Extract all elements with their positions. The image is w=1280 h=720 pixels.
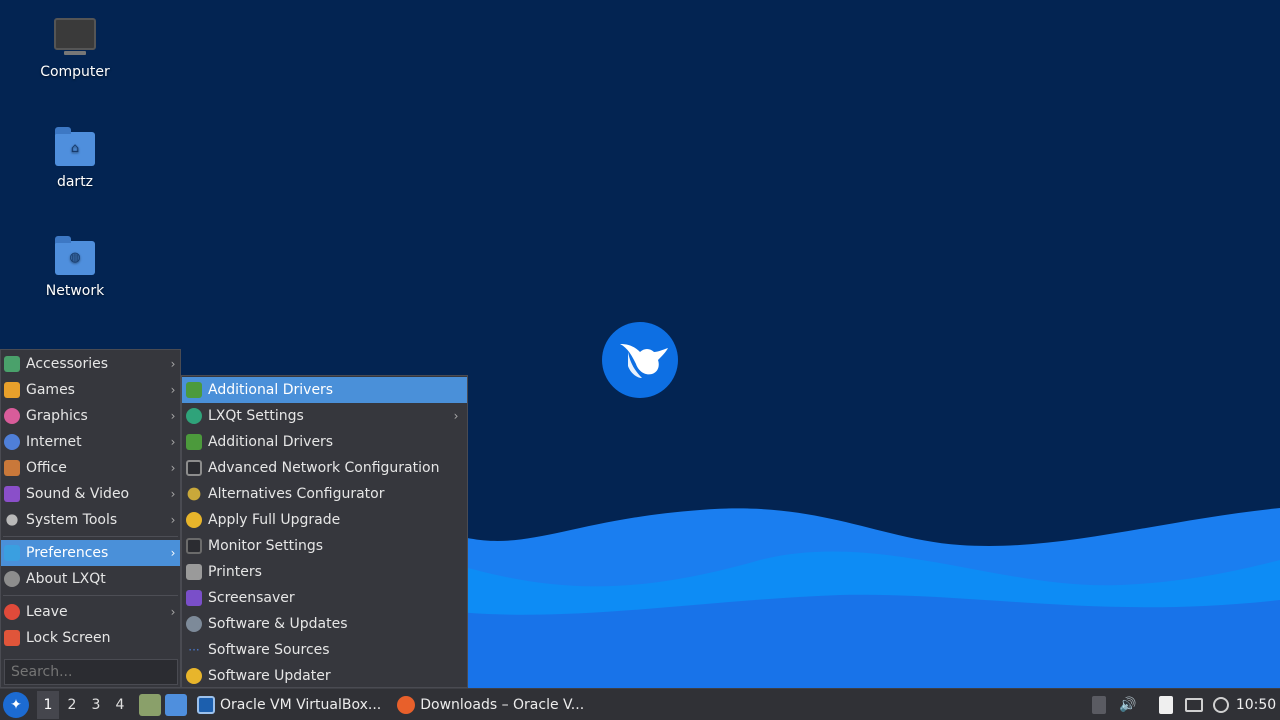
distro-logo: [602, 322, 678, 398]
desktop-icon-home[interactable]: ⌂ dartz: [20, 127, 130, 190]
submenu-item-software-sources[interactable]: ··· Software Sources: [182, 637, 467, 663]
games-icon: [4, 382, 20, 398]
monitor-icon: [186, 538, 202, 554]
firefox-icon: [397, 695, 416, 714]
menu-item-sound-video[interactable]: Sound & Video ›: [1, 481, 180, 507]
submenu-item-software-updater[interactable]: Software Updater: [182, 663, 467, 689]
desktop-icon-label: dartz: [56, 174, 94, 190]
workspace-2-button[interactable]: 2: [61, 691, 83, 719]
software-sources-icon: ···: [188, 643, 200, 657]
menu-item-lock-screen[interactable]: Lock Screen: [1, 625, 180, 651]
workspace-3-button[interactable]: 3: [85, 691, 107, 719]
file-manager-launcher-icon[interactable]: [139, 693, 161, 716]
desktop-icon-label: Computer: [40, 64, 110, 80]
submenu-item-software-updates[interactable]: Software & Updates: [182, 611, 467, 637]
lock-icon: [4, 630, 20, 646]
upgrade-icon: [186, 512, 202, 528]
network-status-icon[interactable]: [1183, 693, 1205, 717]
chip-icon: [186, 434, 202, 450]
clipboard-icon[interactable]: [1155, 693, 1177, 717]
network-folder-icon: ◍: [53, 236, 97, 277]
chevron-right-icon: ›: [170, 546, 176, 560]
workspace-4-button[interactable]: 4: [109, 691, 131, 719]
desktop-icon-network[interactable]: ◍ Network: [20, 236, 130, 299]
submenu-item-additional-drivers[interactable]: Additional Drivers: [182, 377, 467, 403]
show-desktop-icon[interactable]: [165, 693, 187, 716]
printer-icon: [186, 564, 202, 580]
software-updates-icon: [186, 616, 202, 632]
chevron-right-icon: ›: [170, 513, 176, 527]
volume-icon[interactable]: 🔊: [1117, 693, 1139, 717]
network-monitor-icon: [186, 460, 202, 476]
update-notifier-icon[interactable]: [1210, 693, 1232, 717]
chevron-right-icon: ›: [170, 461, 176, 475]
graphics-icon: [4, 408, 20, 424]
task-virtualbox[interactable]: Oracle VM VirtualBox...: [191, 691, 387, 719]
distro-logo-icon: ✦: [10, 696, 22, 713]
desktop-icon-computer[interactable]: Computer: [20, 18, 130, 80]
screensaver-icon: [186, 590, 202, 606]
menu-item-leave[interactable]: Leave ›: [1, 599, 180, 625]
taskbar: ✦ 1 2 3 4 Oracle VM VirtualBox... Downlo…: [0, 688, 1280, 720]
chevron-right-icon: ›: [170, 605, 176, 619]
internet-icon: [4, 434, 20, 450]
submenu-item-additional-drivers-2[interactable]: Additional Drivers: [182, 429, 467, 455]
workspace-1-button[interactable]: 1: [37, 690, 59, 719]
menu-item-games[interactable]: Games ›: [1, 377, 180, 403]
chevron-right-icon: ›: [170, 383, 176, 397]
submenu-item-advanced-network-configuration[interactable]: Advanced Network Configuration: [182, 455, 467, 481]
info-icon: [4, 571, 20, 587]
menu-item-system-tools[interactable]: System Tools ›: [1, 507, 180, 533]
menu-separator: [3, 536, 178, 537]
power-icon: [4, 604, 20, 620]
submenu-item-printers[interactable]: Printers: [182, 559, 467, 585]
preferences-icon: [4, 545, 20, 561]
office-icon: [4, 460, 20, 476]
desktop-icon-label: Network: [45, 283, 105, 299]
accessories-icon: [4, 356, 20, 372]
lxqt-icon: [186, 408, 202, 424]
system-tools-icon: [6, 514, 18, 526]
menu-item-preferences[interactable]: Preferences ›: [1, 540, 180, 566]
menu-item-internet[interactable]: Internet ›: [1, 429, 180, 455]
chip-icon: [186, 382, 202, 398]
chevron-right-icon: ›: [170, 409, 176, 423]
start-menu-button[interactable]: ✦: [3, 691, 29, 718]
submenu-item-lxqt-settings[interactable]: LXQt Settings ›: [182, 403, 467, 429]
alternatives-icon: [187, 487, 201, 501]
menu-item-about-lxqt[interactable]: About LXQt: [1, 566, 180, 592]
menu-item-graphics[interactable]: Graphics ›: [1, 403, 180, 429]
home-folder-icon: ⌂: [53, 127, 97, 168]
preferences-submenu: Additional Drivers LXQt Settings › Addit…: [181, 375, 468, 688]
menu-item-office[interactable]: Office ›: [1, 455, 180, 481]
chevron-right-icon: ›: [170, 487, 176, 501]
menu-separator: [3, 595, 178, 596]
chevron-right-icon: ›: [170, 357, 176, 371]
submenu-item-alternatives-configurator[interactable]: Alternatives Configurator: [182, 481, 467, 507]
sound-video-icon: [4, 486, 20, 502]
chevron-right-icon: ›: [453, 409, 459, 423]
virtualbox-icon: [197, 695, 215, 714]
computer-icon: [53, 18, 97, 58]
start-menu: Accessories › Games › Graphics › Interne…: [0, 349, 181, 688]
submenu-item-apply-full-upgrade[interactable]: Apply Full Upgrade: [182, 507, 467, 533]
tray-expand-icon[interactable]: [1090, 693, 1108, 717]
updater-icon: [186, 668, 202, 684]
clock[interactable]: 10:50: [1236, 693, 1276, 717]
task-firefox-downloads[interactable]: Downloads – Oracle V...: [391, 691, 590, 719]
menu-search-input[interactable]: [4, 659, 178, 685]
chevron-right-icon: ›: [170, 435, 176, 449]
menu-item-accessories[interactable]: Accessories ›: [1, 351, 180, 377]
submenu-item-screensaver[interactable]: Screensaver: [182, 585, 467, 611]
submenu-item-monitor-settings[interactable]: Monitor Settings: [182, 533, 467, 559]
